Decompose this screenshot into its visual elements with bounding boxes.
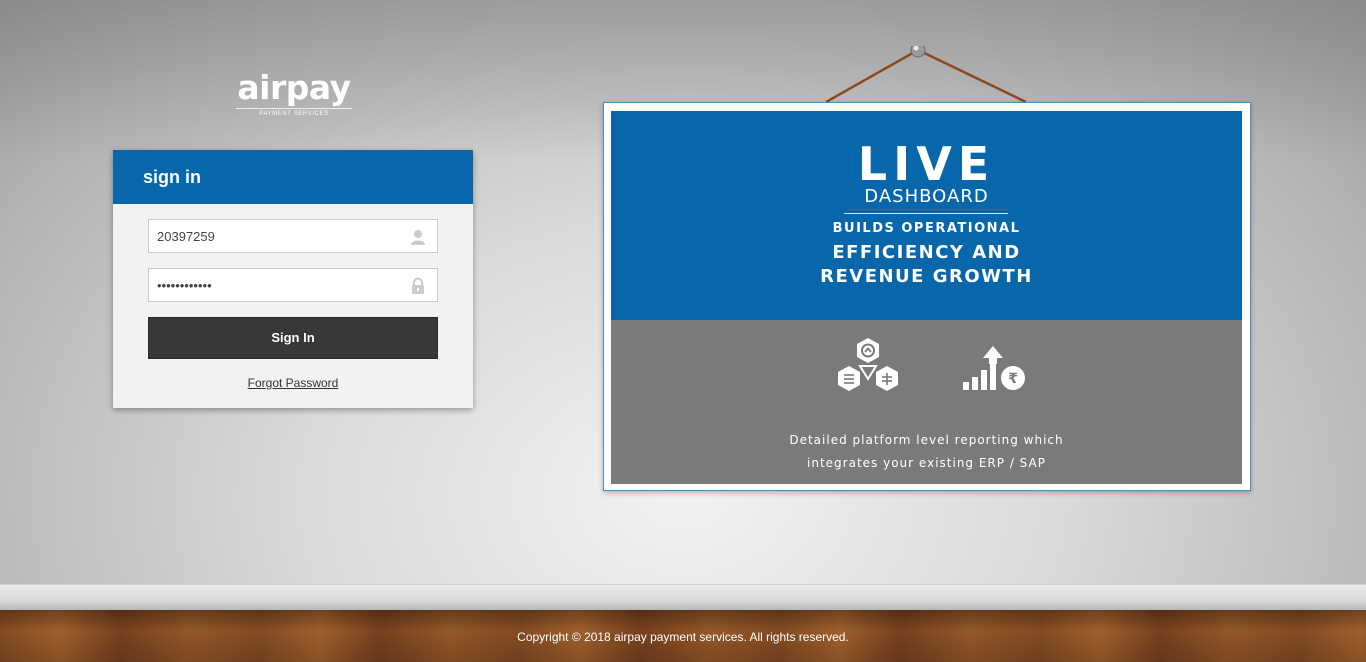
copyright-text: Copyright © 2018 airpay payment services… <box>517 630 849 644</box>
baseboard <box>0 584 1366 611</box>
modules-hexagon-icon <box>838 338 898 391</box>
board-line-1: BUILDS OPERATIONAL <box>832 221 1021 236</box>
password-input[interactable] <box>149 269 397 301</box>
username-input[interactable] <box>149 220 397 252</box>
signin-title: sign in <box>113 150 473 204</box>
airpay-logo: airpay PAYMENT SERVICES <box>236 70 352 117</box>
board-description-2: integrates your existing ERP / SAP <box>807 456 1046 470</box>
svg-text:₹: ₹ <box>1008 371 1018 387</box>
login-page: airpay PAYMENT SERVICES sign in Sign In … <box>0 0 1366 662</box>
board-headline: LIVE <box>857 137 996 191</box>
board-divider <box>844 213 1008 214</box>
board-line-3: REVENUE GROWTH <box>820 266 1033 287</box>
lock-icon <box>412 277 424 294</box>
forgot-password-link[interactable]: Forgot Password <box>113 376 473 390</box>
signin-panel: sign in Sign In Forgot Password <box>113 150 473 408</box>
user-icon <box>411 230 425 245</box>
signin-button[interactable]: Sign In <box>148 317 438 359</box>
hanging-string <box>826 46 1026 104</box>
board-subhead: DASHBOARD <box>864 186 989 207</box>
logo-wordmark: airpay <box>237 68 351 107</box>
board-header: LIVE DASHBOARD BUILDS OPERATIONAL EFFICI… <box>611 111 1242 320</box>
password-field[interactable] <box>148 268 438 302</box>
board-line-2: EFFICIENCY AND <box>832 242 1021 263</box>
promo-board: LIVE DASHBOARD BUILDS OPERATIONAL EFFICI… <box>603 102 1251 491</box>
logo-tagline: PAYMENT SERVICES <box>236 108 352 117</box>
board-description-1: Detailed platform level reporting which <box>789 433 1064 447</box>
revenue-growth-icon: ₹ <box>963 346 1025 390</box>
username-field[interactable] <box>148 219 438 253</box>
board-footer: ₹ Detailed platform level reporting whic… <box>611 320 1242 484</box>
